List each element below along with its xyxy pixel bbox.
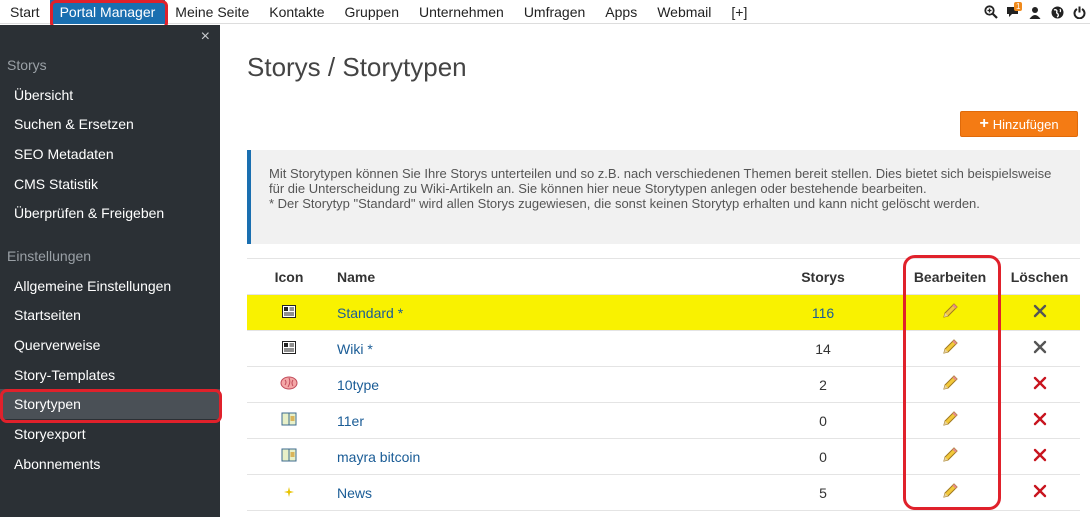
nav-apps[interactable]: Apps xyxy=(595,0,647,24)
table-row: Standard * 116 xyxy=(247,295,1080,331)
storys-count: 0 xyxy=(819,412,827,429)
header-delete: Löschen xyxy=(1010,268,1069,285)
table-row: mayra bitcoin 0 xyxy=(247,439,1080,475)
storytype-name-link[interactable]: 11er xyxy=(337,413,364,429)
info-box: Mit Storytypen können Sie Ihre Storys un… xyxy=(247,150,1080,244)
sidebar-item-story-templates[interactable]: Story-Templates xyxy=(0,360,220,390)
section-title-einstellungen: Einstellungen xyxy=(7,248,92,264)
section-title-storys: Storys xyxy=(7,57,47,73)
chat-icon[interactable]: 1 xyxy=(1002,0,1024,24)
nav-unternehmen[interactable]: Unternehmen xyxy=(409,0,514,24)
star-icon xyxy=(283,485,295,501)
pencil-icon[interactable] xyxy=(941,338,959,359)
page-title: Storys / Storytypen xyxy=(247,52,467,82)
sidebar-item-cms-statistik[interactable]: CMS Statistik xyxy=(0,169,220,199)
close-icon[interactable]: × xyxy=(201,28,210,46)
sidebar-item-suchen-ersetzen[interactable]: Suchen & Ersetzen xyxy=(0,109,220,139)
nav-start[interactable]: Start xyxy=(0,0,50,24)
table-row: 11er 0 xyxy=(247,403,1080,439)
sidebar-item-seo-metadaten[interactable]: SEO Metadaten xyxy=(0,139,220,169)
sidebar: × Storys Übersicht Suchen & Ersetzen SEO… xyxy=(0,25,220,517)
nav-umfragen[interactable]: Umfragen xyxy=(514,0,595,24)
sidebar-item-abonnements[interactable]: Abonnements xyxy=(0,449,220,479)
storys-count: 2 xyxy=(819,376,827,393)
add-button-label: Hinzufügen xyxy=(992,116,1059,132)
storys-count: 5 xyxy=(819,484,827,501)
nav-more[interactable]: [+] xyxy=(721,0,757,24)
brain-icon xyxy=(280,376,298,393)
storys-count: 14 xyxy=(815,340,831,357)
sidebar-item-uebersicht[interactable]: Übersicht xyxy=(0,80,220,110)
sidebar-item-storytypen[interactable]: Storytypen xyxy=(0,389,220,419)
header-icon: Icon xyxy=(274,268,304,285)
add-button[interactable]: + Hinzufügen xyxy=(960,111,1078,137)
info-text: Mit Storytypen können Sie Ihre Storys un… xyxy=(269,166,1052,196)
storytype-name-link[interactable]: 10type xyxy=(337,377,379,393)
delete-icon xyxy=(1033,340,1047,357)
delete-icon[interactable] xyxy=(1033,484,1047,501)
delete-icon[interactable] xyxy=(1033,412,1047,429)
pencil-icon[interactable] xyxy=(941,446,959,467)
pencil-icon[interactable] xyxy=(941,374,959,395)
top-right-icons: 1 xyxy=(980,0,1090,24)
chat-badge: 1 xyxy=(1014,2,1023,11)
sidebar-item-startseiten[interactable]: Startseiten xyxy=(0,300,220,330)
delete-icon xyxy=(1033,304,1047,321)
table-row: 10type 2 xyxy=(247,367,1080,403)
storytype-name-link[interactable]: Standard * xyxy=(337,305,403,321)
storys-count: 0 xyxy=(819,448,827,465)
storytype-name-link[interactable]: mayra bitcoin xyxy=(337,449,420,465)
info-note: * Der Storytyp "Standard" wird allen Sto… xyxy=(269,196,980,211)
nav-meine-seite[interactable]: Meine Seite xyxy=(165,0,259,24)
sidebar-item-ueberpruefen-freigeben[interactable]: Überprüfen & Freigeben xyxy=(0,198,220,228)
plus-icon: + xyxy=(979,115,989,132)
top-navigation: Start Portal Manager Meine Seite Kontakt… xyxy=(0,0,1090,24)
storytypes-table: Icon Name Storys Bearbeiten Löschen Stan… xyxy=(247,258,1080,511)
book-icon xyxy=(281,448,297,465)
nav-kontakte[interactable]: Kontakte xyxy=(259,0,334,24)
table-row: Wiki * 14 xyxy=(247,331,1080,367)
table-header: Icon Name Storys Bearbeiten Löschen xyxy=(247,259,1080,295)
user-icon[interactable] xyxy=(1024,0,1046,24)
nav-webmail[interactable]: Webmail xyxy=(647,0,721,24)
pencil-icon[interactable] xyxy=(941,410,959,431)
storys-count: 116 xyxy=(811,304,835,321)
nav-gruppen[interactable]: Gruppen xyxy=(335,0,409,24)
header-storys: Storys xyxy=(801,268,845,285)
storytype-name-link[interactable]: News xyxy=(337,485,372,501)
table-row: News 5 xyxy=(247,475,1080,511)
globe-icon[interactable] xyxy=(1046,0,1068,24)
header-edit: Bearbeiten xyxy=(913,268,987,285)
storytype-name-link[interactable]: Wiki * xyxy=(337,341,373,357)
zoom-icon[interactable] xyxy=(980,0,1002,24)
sidebar-item-storyexport[interactable]: Storyexport xyxy=(0,419,220,449)
newspaper-icon xyxy=(282,304,296,321)
sidebar-item-querverweise[interactable]: Querverweise xyxy=(0,330,220,360)
header-name: Name xyxy=(337,268,376,285)
book-icon xyxy=(281,412,297,429)
delete-icon[interactable] xyxy=(1033,376,1047,393)
delete-icon[interactable] xyxy=(1033,448,1047,465)
sidebar-item-allgemeine-einstellungen[interactable]: Allgemeine Einstellungen xyxy=(0,271,220,301)
pencil-icon[interactable] xyxy=(941,302,959,323)
table-body: Standard * 116 Wiki * 14 10type 2 11er 0 mayra b… xyxy=(247,295,1080,511)
nav-portal-manager[interactable]: Portal Manager xyxy=(49,0,166,24)
power-icon[interactable] xyxy=(1068,0,1090,24)
newspaper-icon xyxy=(282,340,296,357)
pencil-icon[interactable] xyxy=(941,482,959,503)
